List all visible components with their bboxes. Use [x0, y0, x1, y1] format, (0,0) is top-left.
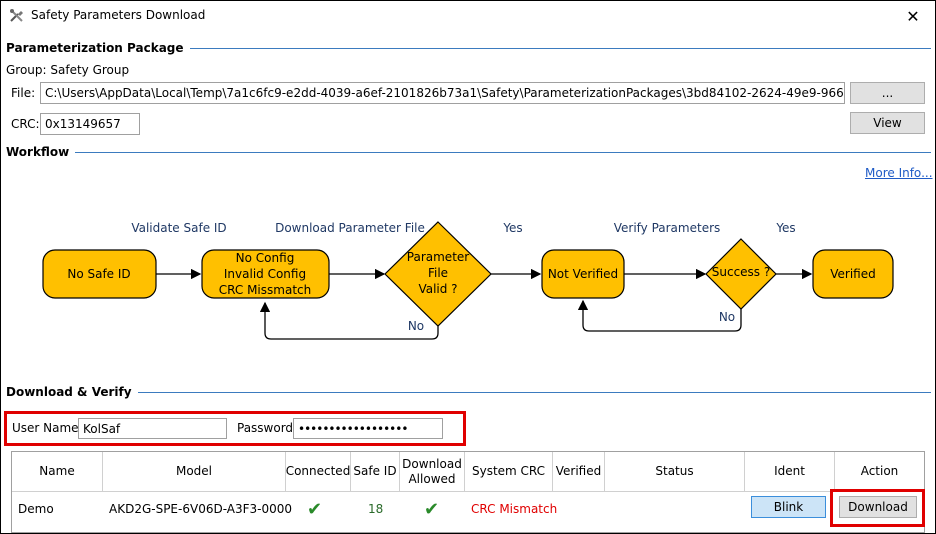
file-path-field[interactable]: C:\Users\AppData\Local\Temp\7a1c6fc9-e2d… [40, 82, 845, 104]
column-header-download-allowed-line-2: Allowed [408, 471, 456, 486]
section-title-download: Download & Verify [6, 385, 138, 399]
node-param-label-1: Parameter [407, 250, 469, 264]
username-input[interactable]: KolSaf [78, 418, 227, 439]
crc-field[interactable]: 0x13149657 [40, 113, 140, 135]
close-button[interactable]: ✕ [891, 1, 935, 31]
blink-button[interactable]: Blink [751, 496, 826, 518]
cell-name: Demo [18, 502, 54, 516]
close-icon: ✕ [906, 6, 920, 26]
window-title: Safety Parameters Download [31, 8, 206, 22]
node-success-label: Success ? [712, 265, 771, 279]
cell-safe-id: 18 [368, 502, 384, 516]
node-verified-label: Verified [830, 267, 876, 281]
column-header-download-allowed-line-1: Download [402, 456, 462, 471]
loop-arrow [577, 299, 742, 332]
safety-parameters-dialog: Safety Parameters Download ✕ Parameteriz… [0, 0, 936, 534]
section-divider [67, 152, 931, 153]
section-title-package: Parameterization Package [6, 41, 190, 55]
node-param-label-2: File [428, 266, 448, 280]
password-label: Password: [237, 421, 298, 435]
browse-button[interactable]: ... [850, 82, 925, 104]
column-header-name[interactable]: Name [12, 452, 103, 492]
column-header-system-crc[interactable]: System CRC [465, 452, 553, 492]
section-divider [151, 48, 931, 49]
column-header-verified[interactable]: Verified [553, 452, 605, 492]
download-allowed-check-icon: ✔ [424, 498, 440, 520]
node-param-label-3: Valid ? [418, 282, 457, 296]
username-label: User Name: [12, 421, 83, 435]
node-config-label-3: CRC Missmatch [219, 283, 311, 297]
section-title-workflow: Workflow [6, 145, 76, 159]
edge-label-yes-2: Yes [775, 221, 795, 235]
section-divider [121, 392, 931, 393]
node-config-label-2: Invalid Config [224, 267, 306, 281]
edge-label-no-1: No [408, 319, 424, 333]
tools-icon [10, 9, 23, 22]
node-no-safe-id-label: No Safe ID [67, 267, 130, 281]
password-input[interactable]: •••••••••••••••••• [293, 418, 443, 439]
cell-model: AKD2G-SPE-6V06D-A3F3-0000 [109, 502, 293, 516]
group-label: Group: Safety Group [6, 63, 130, 77]
column-header-download-allowed[interactable]: Download Allowed [400, 452, 465, 492]
file-label: File: [11, 86, 36, 100]
column-header-connected[interactable]: Connected [286, 452, 351, 492]
more-info-link[interactable]: More Info... [865, 166, 933, 180]
crc-label: CRC: [11, 117, 40, 131]
column-header-model[interactable]: Model [103, 452, 286, 492]
view-button[interactable]: View [850, 112, 925, 134]
edge-label-validate: Validate Safe ID [131, 221, 226, 235]
edge-label-download: Download Parameter File [275, 221, 425, 235]
column-header-status[interactable]: Status [605, 452, 745, 492]
node-not-verified-label: Not Verified [548, 267, 618, 281]
cell-system-crc: CRC Mismatch [471, 502, 558, 516]
column-header-action[interactable]: Action [835, 452, 924, 492]
node-config-label-1: No Config [236, 251, 295, 265]
column-header-ident[interactable]: Ident [745, 452, 835, 492]
column-header-safe-id[interactable]: Safe ID [351, 452, 400, 492]
download-button[interactable]: Download [839, 496, 917, 518]
edge-label-yes-1: Yes [502, 221, 522, 235]
title-bar: Safety Parameters Download ✕ [1, 1, 935, 31]
edge-label-no-2: No [719, 310, 735, 324]
edge-label-verify: Verify Parameters [614, 221, 721, 235]
workflow-diagram: Validate Safe ID Download Parameter File… [42, 221, 894, 340]
connected-check-icon: ✔ [307, 498, 323, 520]
device-table: Name Model Connected Safe ID Download Al… [11, 451, 925, 533]
